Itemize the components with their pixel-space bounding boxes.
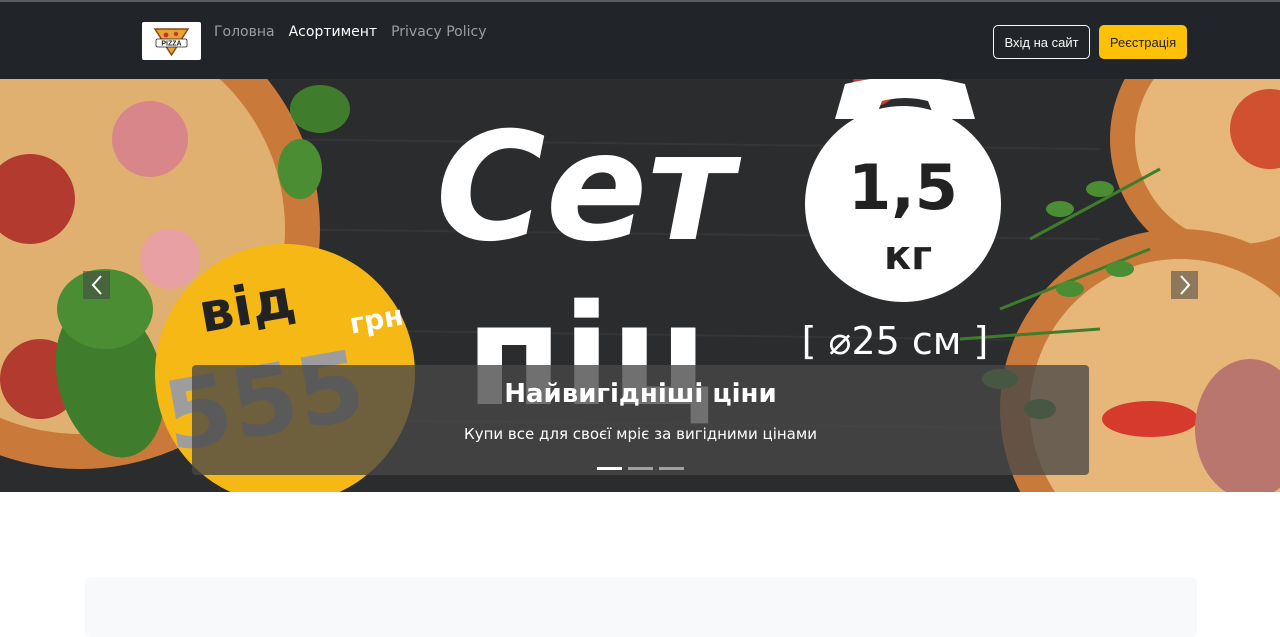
svg-text:PIZZA: PIZZA	[161, 41, 181, 48]
caption-text: Купи все для своєї мріє за вигідними цін…	[464, 425, 817, 443]
nav-link-assortment[interactable]: Асортимент	[289, 24, 377, 40]
nav-link-home[interactable]: Головна	[214, 24, 275, 40]
svg-text:кг: кг	[884, 233, 932, 279]
hero-carousel: від 555 грн Сет піц	[0, 79, 1280, 492]
nav-links: Головна Асортимент Privacy Policy	[214, 24, 487, 40]
chevron-right-icon	[1179, 275, 1190, 295]
register-button[interactable]: Реєстрація	[1099, 25, 1187, 59]
svg-text:Сет: Сет	[436, 101, 742, 275]
navbar: PIZZA Головна Асортимент Privacy Policy …	[0, 2, 1280, 79]
pizza-logo-icon: PIZZA	[153, 28, 190, 57]
login-button[interactable]: Вхід на сайт	[993, 25, 1090, 59]
carousel-indicator-2[interactable]	[628, 467, 653, 470]
content-panel	[85, 577, 1197, 637]
brand-logo[interactable]: PIZZA	[142, 22, 201, 60]
carousel-indicator-3[interactable]	[659, 467, 684, 470]
caption-title: Найвигідніші ціни	[504, 379, 777, 409]
nav-link-privacy[interactable]: Privacy Policy	[391, 24, 486, 40]
chevron-left-icon	[91, 275, 102, 295]
carousel-indicator-1[interactable]	[597, 467, 622, 470]
carousel-next-button[interactable]	[1171, 271, 1198, 299]
pizza-size-text: [ ⌀25 см ]	[802, 319, 989, 363]
carousel-prev-button[interactable]	[83, 271, 110, 299]
svg-text:1,5: 1,5	[848, 151, 958, 224]
carousel-indicators	[597, 467, 684, 470]
